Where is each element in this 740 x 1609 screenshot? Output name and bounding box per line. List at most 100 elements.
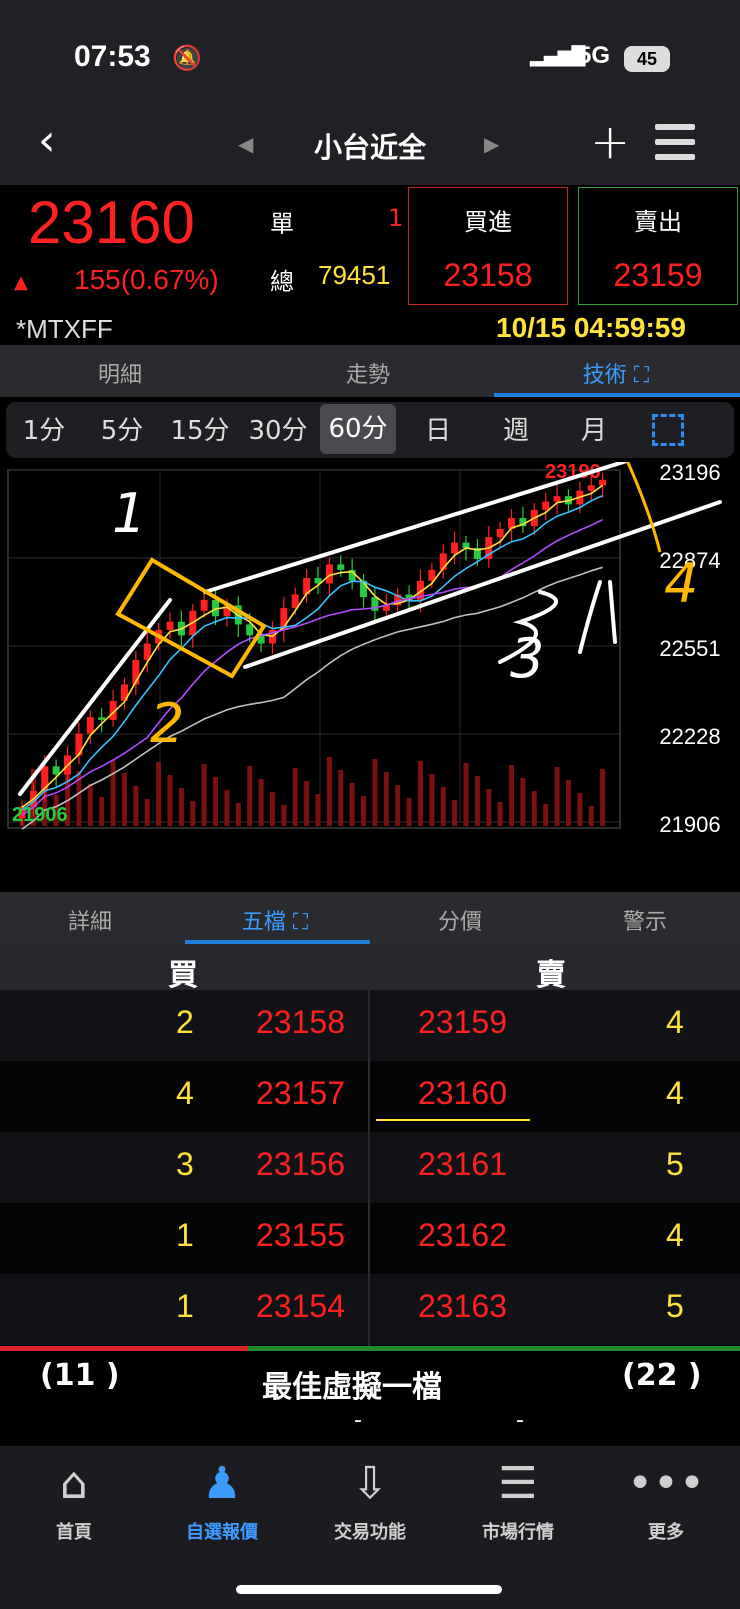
interval-month[interactable]: 月 [556, 410, 632, 452]
volume-bar [372, 759, 378, 826]
quote-datetime: 10/15 04:59:59 [496, 312, 686, 343]
volume-bar [509, 765, 515, 826]
interval-week[interactable]: 週 [478, 410, 554, 452]
nav-more-label: 更多 [648, 1522, 684, 1543]
annotation-label: 4 [664, 552, 698, 615]
tab-five-levels[interactable]: 五檔 ⛶ [185, 904, 365, 936]
candle-body [246, 624, 254, 636]
ask-price: 23160 [418, 1075, 507, 1111]
candle-body [496, 528, 504, 538]
bid-qty: 3 [176, 1146, 194, 1182]
nav-home[interactable]: ⌂ 首頁 [0, 1458, 148, 1544]
tab-alerts[interactable]: 警示 [555, 904, 735, 936]
volume-bar [565, 780, 571, 826]
candle-body [587, 485, 595, 491]
volume-bar [577, 793, 583, 826]
interval-5m[interactable]: 5分 [84, 410, 160, 452]
volume-bar [406, 798, 412, 826]
volume-bar [417, 761, 423, 826]
ask-price: 23159 [418, 1004, 507, 1040]
ask-qty: 4 [666, 1217, 684, 1253]
more-dots-icon: ••• [627, 1458, 705, 1509]
interval-day[interactable]: 日 [400, 410, 476, 452]
candle-body [542, 501, 550, 510]
interval-60m[interactable]: 60分 [320, 404, 396, 454]
volume-bar [99, 797, 105, 826]
total-volume-label: 總 [270, 268, 294, 296]
volume-bar [258, 779, 264, 826]
nav-more[interactable]: ••• 更多 [592, 1458, 740, 1544]
add-icon[interactable]: + [590, 114, 630, 170]
bid-qty: 1 [176, 1217, 194, 1253]
prev-symbol-icon[interactable]: ◀ [238, 132, 253, 156]
book-row[interactable]: 4 23157 23160 4 [0, 1061, 740, 1132]
sell-header: 賣 [536, 958, 566, 993]
tab-trend[interactable]: 走勢 [248, 357, 488, 389]
tab-technical[interactable]: 技術 ⛶ [496, 357, 736, 389]
nav-watchlist[interactable]: ♟ 自選報價 [148, 1458, 296, 1544]
bid-price: 23154 [256, 1288, 345, 1324]
book-row[interactable]: 1 23155 23162 4 [0, 1203, 740, 1274]
nav-market[interactable]: ☰ 市場行情 [444, 1458, 592, 1544]
volume-bar [281, 805, 287, 826]
ask-qty: 4 [666, 1075, 684, 1111]
volume-bar [463, 763, 469, 826]
book-header [0, 944, 740, 990]
volume-bar [361, 796, 367, 826]
volume-bar [144, 799, 150, 826]
ask-qty: 5 [666, 1288, 684, 1324]
y-tick-label: 21906 [659, 812, 720, 837]
virtual-buy-count: (11 ) [40, 1358, 120, 1393]
silent-bell-icon: 🔕 [172, 44, 202, 72]
nav-trade-label: 交易功能 [334, 1522, 406, 1543]
volume-bar [600, 769, 606, 826]
tab-detail[interactable]: 明細 [0, 357, 240, 389]
home-indicator [236, 1585, 502, 1594]
tab-price-volume[interactable]: 分價 [370, 904, 550, 936]
ma-line-grey [21, 566, 603, 830]
clock: 07:53 [74, 40, 151, 73]
single-volume-value: 1 [388, 204, 404, 232]
interval-15m[interactable]: 15分 [162, 410, 238, 452]
candle-body [200, 599, 208, 611]
tab-five-levels-label: 五檔 [241, 910, 286, 935]
interval-1m[interactable]: 1分 [6, 410, 82, 452]
nav-trade[interactable]: ⇩ 交易功能 [296, 1458, 444, 1544]
expand-icon: ⛶ [633, 363, 650, 388]
tab-details[interactable]: 詳細 [0, 904, 180, 936]
back-arrow-icon[interactable]: ‹ [38, 115, 56, 166]
volume-bar [554, 767, 560, 826]
sell-button[interactable]: 賣出 23159 [578, 187, 738, 305]
candlestick-chart[interactable]: 23196228742255122228219062319621906 1234 [0, 462, 740, 892]
interval-30m[interactable]: 30分 [240, 410, 316, 452]
ask-qty: 4 [666, 1004, 684, 1040]
virtual-bid: - [354, 1408, 362, 1433]
book-row[interactable]: 1 23154 23163 5 [0, 1274, 740, 1345]
fullscreen-icon[interactable] [652, 414, 684, 446]
volume-bar [315, 794, 321, 826]
next-symbol-icon[interactable]: ▶ [484, 132, 499, 156]
menu-icon[interactable] [655, 124, 695, 164]
volume-bar [588, 806, 594, 826]
sell-label: 賣出 [634, 208, 682, 236]
buy-header: 買 [168, 958, 198, 993]
y-tick-label: 22551 [659, 636, 720, 661]
volume-bar [156, 762, 162, 826]
volume-bar [269, 792, 275, 826]
volume-bar [326, 757, 332, 826]
ask-qty: 5 [666, 1146, 684, 1182]
price-change: 155(0.67%) [74, 264, 219, 295]
page-title: 小台近全 [313, 131, 426, 164]
candle-body [86, 717, 94, 734]
volume-bar [235, 803, 241, 826]
volume-bar [133, 786, 139, 826]
virtual-sell-count: (22 ) [622, 1358, 702, 1393]
book-row[interactable]: 2 23158 23159 4 [0, 990, 740, 1061]
buy-button[interactable]: 買進 23158 [408, 187, 568, 305]
arrow-stroke [626, 462, 662, 553]
nav-market-label: 市場行情 [482, 1522, 554, 1543]
candle-body [52, 766, 60, 775]
annotation-label: 2 [150, 692, 184, 755]
ask-price: 23163 [418, 1288, 507, 1324]
book-row[interactable]: 3 23156 23161 5 [0, 1132, 740, 1203]
